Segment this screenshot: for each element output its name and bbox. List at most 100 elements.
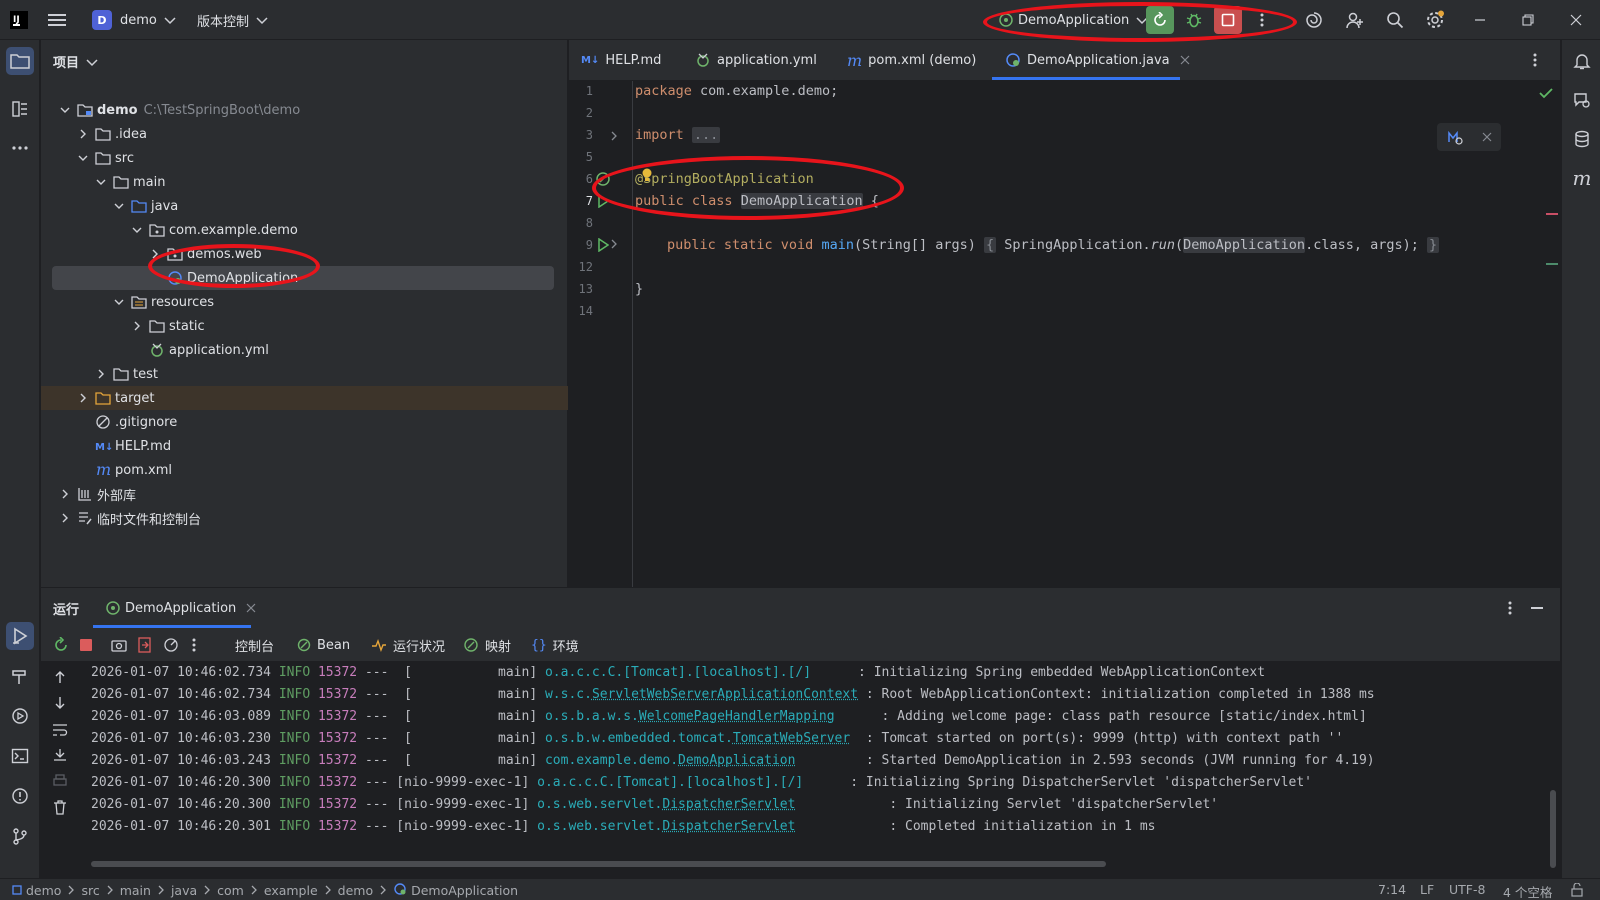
log-logger-link[interactable]: DispatcherServlet [662,819,795,834]
project-tool-button[interactable] [6,47,34,75]
close-icon[interactable] [1482,132,1492,142]
search-button[interactable] [1381,6,1409,34]
trash-icon[interactable] [52,799,68,815]
fold-arrow-icon[interactable] [609,239,619,249]
close-tab-icon[interactable] [246,603,256,613]
build-tool-button[interactable] [6,662,34,690]
chevron-right-icon[interactable] [59,512,71,524]
breadcrumb-item[interactable]: src [81,883,99,898]
scroll-down-icon[interactable] [53,696,67,710]
close-button[interactable] [1562,6,1590,34]
chevron-right-icon[interactable] [95,368,107,380]
tree-item-临时文件和控制台[interactable]: 临时文件和控制台 [41,506,568,530]
close-tab-icon[interactable] [1180,55,1190,65]
run-tab-mappings[interactable]: 映射 [463,628,511,662]
scroll-to-end-icon[interactable] [52,748,68,762]
database-button[interactable] [1568,125,1596,153]
no-problems-check-icon[interactable] [1539,87,1553,99]
project-panel-header[interactable]: 项目 [53,52,99,71]
tree-item-idea[interactable]: .idea [41,122,568,146]
tab-pom-xml[interactable]: m pom.xml (demo) [847,40,976,80]
ai-chat-button[interactable] [1568,86,1596,114]
tree-item-demo[interactable]: demo C:\TestSpringBoot\demo [41,98,568,122]
tree-item-target[interactable]: target [41,386,568,410]
fold-brace[interactable]: { [984,237,997,253]
app-icon[interactable]: IJ [10,0,28,40]
lightbulb-icon[interactable] [641,168,653,182]
tab-application-yml[interactable]: application.yml [695,40,817,80]
indent-setting[interactable]: 4 个空格 [1503,882,1552,900]
breadcrumb-item[interactable]: example [264,883,318,898]
tab-more-button[interactable] [1532,52,1538,72]
chevron-down-icon[interactable] [113,296,125,308]
folded-imports[interactable]: ... [691,127,721,143]
file-encoding[interactable]: UTF-8 [1449,882,1485,897]
chevron-down-icon[interactable] [77,152,89,164]
run-tab-demoapplication[interactable]: DemoApplication [105,588,256,628]
tree-item-application-yml[interactable]: application.yml [41,338,568,362]
run-tab-environment[interactable]: {} 环境 [531,628,579,662]
run-tool-button[interactable] [6,622,34,650]
tree-item-外部库[interactable]: 外部库 [41,482,568,506]
chevron-down-icon[interactable] [95,176,107,188]
tree-item-gitignore[interactable]: .gitignore [41,410,568,434]
stop-icon[interactable] [79,638,93,652]
log-logger-link[interactable]: DemoApplication [678,753,795,768]
structure-tool-button[interactable] [6,95,34,123]
console-horizontal-scrollbar[interactable] [91,861,1106,867]
log-logger-link[interactable]: WelcomePageHandlerMapping [639,709,835,724]
camera-icon[interactable] [111,637,127,653]
exit-icon[interactable] [137,637,153,653]
tree-item-help-md[interactable]: M↓ HELP.md [41,434,568,458]
tree-item-resources[interactable]: resources [41,290,568,314]
tree-item-com-example-demo[interactable]: com.example.demo [41,218,568,242]
breadcrumb-item[interactable]: java [171,883,197,898]
git-tool-button[interactable] [6,822,34,850]
breadcrumb-item[interactable]: main [120,883,151,898]
chevron-right-icon[interactable] [149,248,161,260]
chevron-down-icon[interactable] [113,200,125,212]
fold-brace[interactable]: } [1427,237,1440,253]
run-tab-console[interactable]: 控制台 [235,628,274,662]
console-vertical-scrollbar[interactable] [1550,790,1556,868]
code-editor[interactable]: 1 2 3 5 6 7 8 9 12 13 14 package com.exa… [569,81,1560,587]
add-user-button[interactable] [1341,6,1369,34]
more-actions-button[interactable] [1248,6,1276,34]
run-config-selector[interactable]: DemoApplication [998,0,1149,40]
rerun-icon[interactable] [53,637,69,653]
project-switcher[interactable]: D demo [92,0,177,40]
maven-button[interactable]: m [1568,164,1596,192]
tab-help-md[interactable]: M↓ HELP.md [581,40,661,80]
tree-item-test[interactable]: test [41,362,568,386]
run-tab-bean[interactable]: Bean [297,628,350,662]
maven-reload-icon[interactable] [1447,129,1463,145]
tree-item-demoapplication[interactable]: DemoApplication [52,266,554,290]
breadcrumb-item[interactable]: demo [338,883,373,898]
tree-item-pom-xml[interactable]: m pom.xml [41,458,568,482]
coverage-icon[interactable] [163,637,179,653]
tab-demoapplication-java[interactable]: DemoApplication.java [1005,40,1190,80]
breadcrumb-item[interactable]: com [217,883,244,898]
terminal-tool-button[interactable] [6,742,34,770]
caret-position[interactable]: 7:14 [1378,882,1406,897]
soft-wrap-icon[interactable] [52,723,68,737]
vcs-menu[interactable]: 版本控制 [197,0,269,40]
chevron-right-icon[interactable] [77,128,89,140]
tree-item-demos-web[interactable]: demos.web [41,242,568,266]
run-gutter-icon[interactable] [597,194,609,208]
minimize-button[interactable] [1466,6,1494,34]
restore-button[interactable] [1514,6,1542,34]
notifications-button[interactable] [1568,47,1596,75]
breadcrumb-item[interactable]: demo [26,883,61,898]
log-logger-link[interactable]: ServletWebServerApplicationContext [592,687,858,702]
services-tool-button[interactable] [6,702,34,730]
hamburger-icon[interactable] [48,0,66,40]
tree-item-java[interactable]: java [41,194,568,218]
run-tab-health[interactable]: 运行状况 [371,628,445,662]
chevron-down-icon[interactable] [59,104,71,116]
chevron-right-icon[interactable] [131,320,143,332]
settings-button[interactable] [1421,6,1449,34]
debug-button[interactable] [1180,6,1208,34]
scroll-up-icon[interactable] [53,670,67,684]
log-logger-link[interactable]: TomcatWebServer [733,731,850,746]
